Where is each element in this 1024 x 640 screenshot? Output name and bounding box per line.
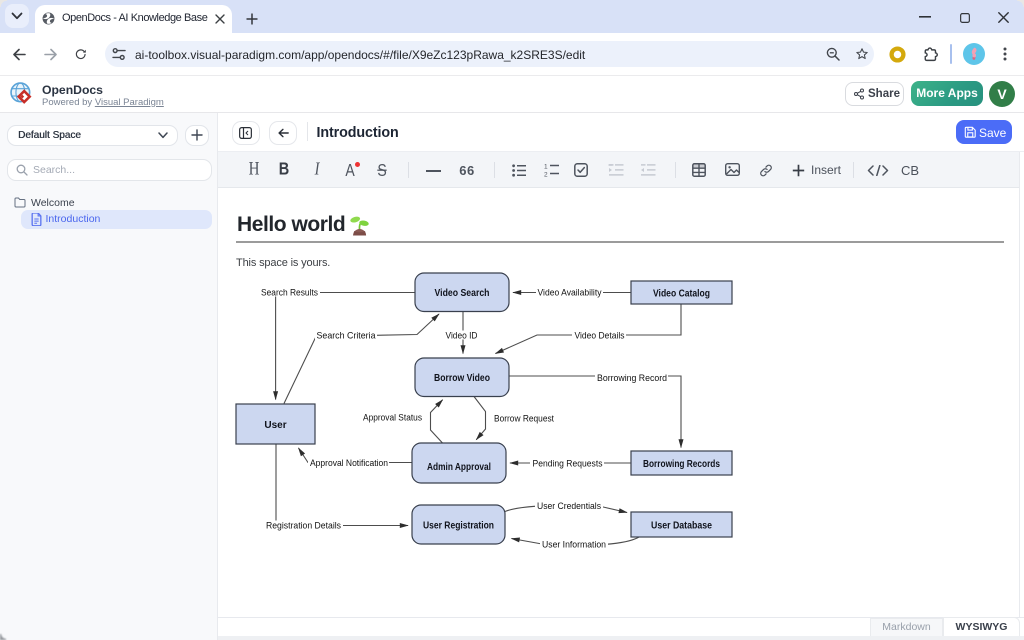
svg-text:1: 1 — [544, 164, 548, 171]
svg-text:User: User — [264, 420, 286, 431]
svg-text:Borrow Video: Borrow Video — [434, 373, 490, 384]
svg-text:Video Details: Video Details — [575, 331, 626, 341]
svg-text:Video Catalog: Video Catalog — [653, 289, 710, 300]
svg-text:2: 2 — [544, 172, 548, 178]
svg-text:Admin Approval: Admin Approval — [427, 462, 491, 473]
svg-text:Borrow Request: Borrow Request — [494, 414, 555, 424]
svg-text:Video ID: Video ID — [446, 331, 478, 341]
svg-text:User Registration: User Registration — [423, 521, 494, 532]
svg-text:Search Results: Search Results — [261, 288, 319, 298]
svg-text:Approval Status: Approval Status — [363, 413, 423, 423]
svg-text:Borrowing Records: Borrowing Records — [643, 459, 720, 470]
svg-text:Pending Requests: Pending Requests — [533, 459, 604, 469]
svg-text:Video Search: Video Search — [435, 288, 490, 299]
svg-text:Search Criteria: Search Criteria — [317, 331, 376, 341]
svg-text:User Database: User Database — [651, 521, 712, 532]
svg-text:User Information: User Information — [542, 540, 606, 550]
svg-text:Registration Details: Registration Details — [266, 521, 342, 531]
svg-text:User Credentials: User Credentials — [537, 501, 602, 511]
svg-text:Approval Notification: Approval Notification — [310, 458, 388, 468]
svg-text:Video Availability: Video Availability — [538, 288, 603, 298]
svg-text:Borrowing Record: Borrowing Record — [597, 373, 667, 383]
